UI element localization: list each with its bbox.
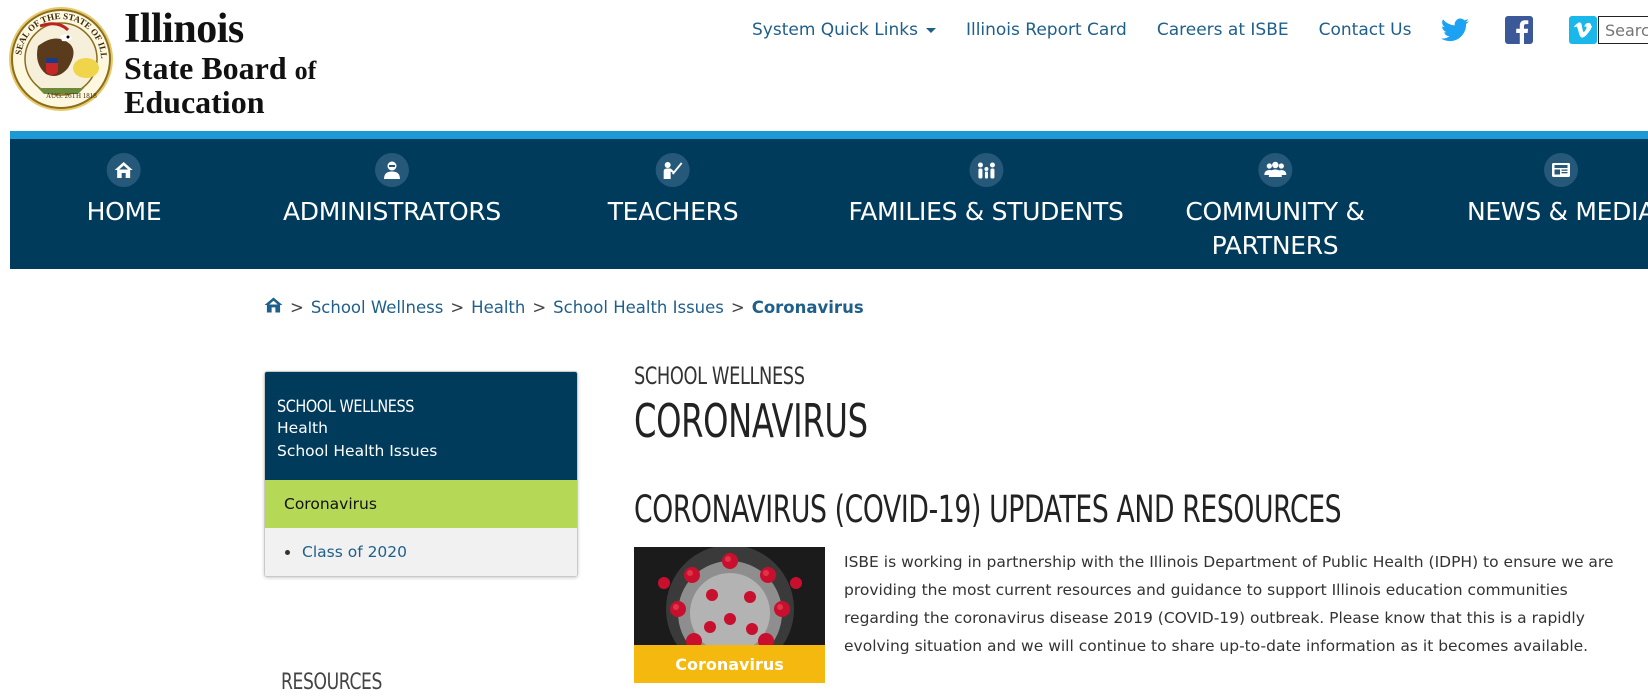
home-icon [107,153,141,187]
facebook-icon[interactable] [1505,16,1534,44]
nav-item-administrators[interactable]: ADMINISTRATORS [283,153,501,229]
nav-item-news-media[interactable]: NEWS & MEDIA [1467,153,1648,229]
main-nav: HOME ADMINISTRATORS TEACHERS FAMILIES & … [10,139,1648,269]
breadcrumb: > School Wellness > Health > School Heal… [264,296,864,318]
section-title: CORONAVIRUS (COVID-19) UPDATES AND RESOU… [634,488,1342,531]
nav-label-home: HOME [86,197,162,226]
sidebar-sublist: Class of 2020 [265,528,577,576]
contact-us-link[interactable]: Contact Us [1319,20,1412,40]
utility-nav: System Quick Links Illinois Report Card … [752,16,1633,44]
thumbnail-caption: Coronavirus [634,645,825,683]
nav-label-community-line1: COMMUNITY & [1185,197,1365,226]
breadcrumb-health[interactable]: Health [471,298,525,317]
logo-line-education: Education [124,84,265,120]
careers-link[interactable]: Careers at ISBE [1157,20,1289,40]
nav-label-community-line2: PARTNERS [1211,231,1339,260]
nav-label-teachers: TEACHERS [607,197,739,226]
sidebar-header: SCHOOL WELLNESS Health School Health Iss… [265,372,577,480]
nav-item-community-partners[interactable]: COMMUNITY & PARTNERS [1185,153,1365,263]
nav-label-families-students: FAMILIES & STUDENTS [848,197,1124,226]
sidebar-title-school-wellness[interactable]: SCHOOL WELLNESS [277,397,522,417]
resources-heading: RESOURCES [281,670,383,695]
page-title: CORONAVIRUS [634,394,868,448]
search-input[interactable] [1598,16,1648,44]
nav-item-families-students[interactable]: FAMILIES & STUDENTS [848,153,1124,229]
sidebar-link-class-of-2020[interactable]: Class of 2020 [302,543,407,561]
intro-paragraph: ISBE is working in partnership with the … [844,553,1614,655]
coronavirus-thumbnail[interactable]: Coronavirus [634,547,825,683]
breadcrumb-separator: > [290,297,304,317]
logo-line-illinois: Illinois [124,6,244,52]
sidebar-link-health[interactable]: Health [277,417,565,440]
section-sidebar: SCHOOL WELLNESS Health School Health Iss… [264,371,578,577]
nav-accent-stripe [10,131,1648,139]
state-seal-logo[interactable]: SEAL OF THE STATE OF ILLINOIS AUG. 26TH … [4,0,114,112]
administrator-icon [375,153,409,187]
family-icon [969,153,1003,187]
nav-label-administrators: ADMINISTRATORS [282,197,502,226]
caret-down-icon [925,27,936,33]
sidebar-link-school-health-issues[interactable]: School Health Issues [277,440,565,463]
illinois-report-card-link[interactable]: Illinois Report Card [966,20,1127,40]
newspaper-icon [1544,153,1578,187]
breadcrumb-school-health-issues[interactable]: School Health Issues [553,298,724,317]
sidebar-item-coronavirus[interactable]: Coronavirus [265,480,577,528]
system-quick-links-dropdown[interactable]: System Quick Links [752,20,936,40]
breadcrumb-school-wellness[interactable]: School Wellness [311,298,444,317]
teacher-icon [656,153,690,187]
nav-item-teachers[interactable]: TEACHERS [608,153,739,229]
section-eyebrow: SCHOOL WELLNESS [634,362,805,390]
breadcrumb-separator: > [450,297,465,317]
breadcrumb-home-icon[interactable] [264,297,283,317]
bullet-icon [285,549,290,555]
svg-text:AUG. 26TH 1818: AUG. 26TH 1818 [46,92,97,100]
site-logo-text[interactable]: Illinois State Board of Education [124,8,316,118]
logo-line-state-board: State Board of [124,50,317,86]
community-icon [1258,153,1292,187]
nav-label-news-media: NEWS & MEDIA [1467,197,1648,226]
breadcrumb-current: Coronavirus [751,297,864,317]
breadcrumb-separator: > [730,297,745,317]
twitter-icon[interactable] [1441,18,1470,42]
breadcrumb-separator: > [532,297,547,317]
nav-item-home[interactable]: HOME [87,153,162,229]
vimeo-icon[interactable] [1569,16,1598,44]
